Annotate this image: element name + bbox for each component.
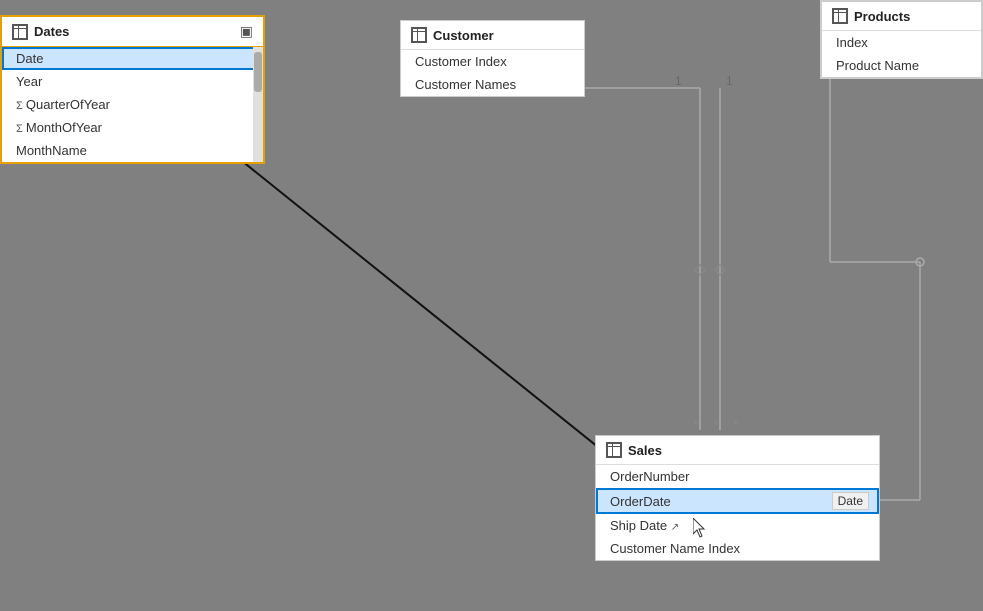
table-icon bbox=[12, 24, 28, 40]
products-table-header: Products bbox=[822, 2, 981, 31]
products-field-productname[interactable]: Product Name bbox=[822, 54, 981, 77]
sales-orderdate-label: OrderDate bbox=[610, 494, 671, 509]
sales-field-ordernumber[interactable]: OrderNumber bbox=[596, 465, 879, 488]
dates-table: Dates ▣ Date Year QuarterOfYear MonthOfY… bbox=[0, 15, 265, 164]
dates-field-year[interactable]: Year bbox=[2, 70, 263, 93]
dates-field-monthname[interactable]: MonthName bbox=[2, 139, 263, 162]
products-table: Products Index Product Name bbox=[820, 0, 983, 79]
dates-table-body: Date Year QuarterOfYear MonthOfYear Mont… bbox=[2, 47, 263, 162]
svg-text:*: * bbox=[733, 417, 739, 433]
sales-table-icon bbox=[606, 442, 622, 458]
sales-table-header: Sales bbox=[596, 436, 879, 465]
products-table-icon bbox=[832, 8, 848, 24]
sales-field-shipdate[interactable]: Ship Date ↗ bbox=[596, 514, 879, 537]
sales-title: Sales bbox=[628, 443, 662, 458]
svg-text:*: * bbox=[693, 417, 699, 433]
customer-table-icon bbox=[411, 27, 427, 43]
dates-field-quarterofyear[interactable]: QuarterOfYear bbox=[2, 93, 263, 116]
svg-text:1: 1 bbox=[726, 74, 733, 88]
dates-scroll-thumb bbox=[254, 52, 262, 92]
products-title: Products bbox=[854, 9, 910, 24]
dates-pin-icon[interactable]: ▣ bbox=[240, 23, 253, 40]
sales-field-orderdate[interactable]: OrderDate Date bbox=[596, 488, 879, 514]
customer-table: Customer Customer Index Customer Names bbox=[400, 20, 585, 97]
dates-scrollbar[interactable] bbox=[253, 47, 263, 162]
dates-title: Dates bbox=[34, 24, 69, 39]
dates-field-date[interactable]: Date bbox=[2, 47, 263, 70]
sales-field-customernameindex[interactable]: Customer Name Index bbox=[596, 537, 879, 560]
sales-table-body: OrderNumber OrderDate Date Ship Date ↗ C… bbox=[596, 465, 879, 560]
sales-orderdate-tooltip: Date bbox=[832, 492, 869, 510]
svg-text:*: * bbox=[713, 417, 719, 433]
customer-table-body: Customer Index Customer Names bbox=[401, 50, 584, 96]
customer-table-header: Customer bbox=[401, 21, 584, 50]
svg-text:1: 1 bbox=[675, 74, 682, 88]
products-field-index[interactable]: Index bbox=[822, 31, 981, 54]
products-table-body: Index Product Name bbox=[822, 31, 981, 77]
dates-table-header: Dates ▣ bbox=[2, 17, 263, 47]
customer-field-names[interactable]: Customer Names bbox=[401, 73, 584, 96]
dates-field-monthofyear[interactable]: MonthOfYear bbox=[2, 116, 263, 139]
sales-table: Sales OrderNumber OrderDate Date Ship Da… bbox=[595, 435, 880, 561]
customer-field-index[interactable]: Customer Index bbox=[401, 50, 584, 73]
customer-title: Customer bbox=[433, 28, 494, 43]
